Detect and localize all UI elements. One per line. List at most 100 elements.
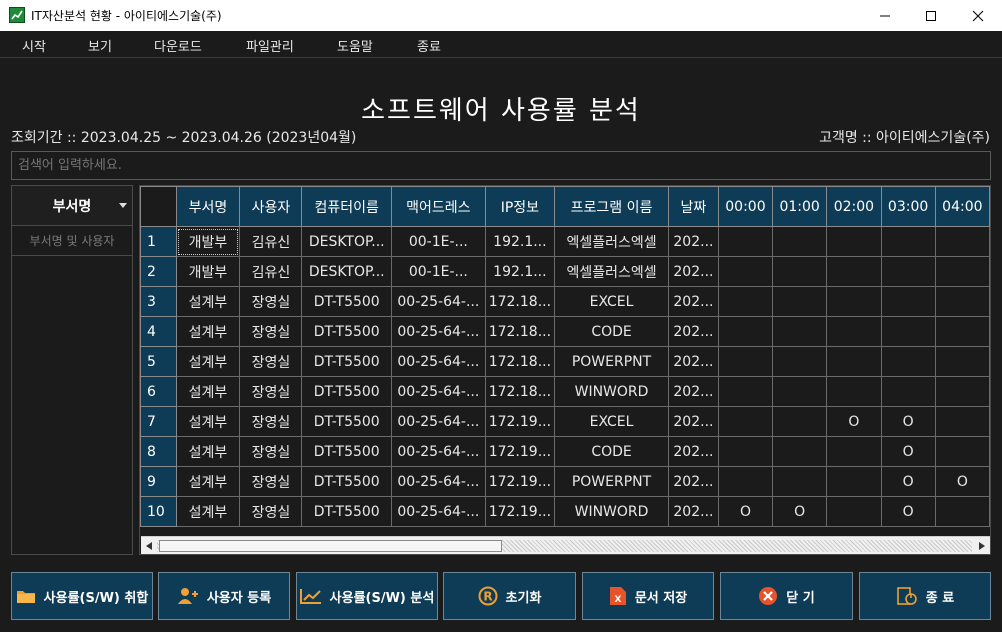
dept-filter-input[interactable]: 부서명 및 사용자: [12, 226, 132, 256]
column-header[interactable]: 맥어드레스: [391, 186, 486, 227]
cell-h3[interactable]: O: [880, 466, 936, 497]
cell-h0[interactable]: O: [717, 496, 774, 527]
scroll-left-icon[interactable]: [143, 539, 155, 552]
cell-date[interactable]: 202...: [668, 466, 719, 497]
row-number[interactable]: 2: [140, 256, 177, 287]
cell-pc[interactable]: DT-T5500: [301, 496, 392, 527]
cell-h2[interactable]: [826, 226, 882, 257]
cell-h0[interactable]: [717, 346, 774, 377]
cell-program[interactable]: EXCEL: [554, 406, 670, 437]
menu-view[interactable]: 보기: [88, 36, 112, 55]
cell-user[interactable]: 장영실: [239, 466, 303, 497]
cell-h4[interactable]: O: [934, 466, 990, 497]
cell-user[interactable]: 김유신: [239, 226, 303, 257]
cell-date[interactable]: 202...: [668, 286, 719, 317]
cell-user[interactable]: 장영실: [239, 346, 303, 377]
column-header[interactable]: 00:00: [717, 186, 774, 227]
cell-h2[interactable]: [826, 286, 882, 317]
column-header[interactable]: 사용자: [239, 186, 303, 227]
maximize-button[interactable]: [908, 0, 954, 31]
cell-h2[interactable]: [826, 466, 882, 497]
cell-date[interactable]: 202...: [668, 496, 719, 527]
cell-h0[interactable]: [717, 436, 774, 467]
cell-h1[interactable]: [772, 316, 828, 347]
table-row[interactable]: 5 설계부 장영실 DT-T5500 00-25-64-... 172.18... POWE…: [140, 346, 990, 377]
row-number[interactable]: 10: [140, 496, 177, 527]
cell-ip[interactable]: 172.18...: [484, 346, 556, 377]
cell-pc[interactable]: DESKTOP...: [301, 226, 392, 257]
column-header[interactable]: 컴퓨터이름: [301, 186, 392, 227]
cell-mac[interactable]: 00-25-64-...: [391, 406, 486, 437]
cell-dept[interactable]: 설계부: [175, 466, 241, 497]
table-row[interactable]: 4 설계부 장영실 DT-T5500 00-25-64-... 172.18... CODE…: [140, 316, 990, 347]
horizontal-scrollbar[interactable]: [141, 536, 990, 554]
cell-h3[interactable]: [880, 316, 936, 347]
cell-h4[interactable]: [934, 376, 990, 407]
cell-program[interactable]: EXCEL: [554, 286, 670, 317]
cell-h0[interactable]: [717, 376, 774, 407]
cell-date[interactable]: 202...: [668, 376, 719, 407]
cell-user[interactable]: 장영실: [239, 316, 303, 347]
cell-program[interactable]: 엑셀플러스엑셀: [554, 226, 670, 257]
cell-h1[interactable]: [772, 256, 828, 287]
close-window-button[interactable]: [955, 0, 1001, 31]
cell-mac[interactable]: 00-25-64-...: [391, 286, 486, 317]
row-number[interactable]: 5: [140, 346, 177, 377]
close-button[interactable]: 닫 기: [720, 572, 853, 620]
cell-h3[interactable]: [880, 376, 936, 407]
table-row[interactable]: 10 설계부 장영실 DT-T5500 00-25-64-... 172.19... WIN…: [140, 496, 990, 527]
search-input[interactable]: [11, 151, 991, 180]
menu-download[interactable]: 다운로드: [154, 36, 202, 55]
table-row[interactable]: 7 설계부 장영실 DT-T5500 00-25-64-... 172.19... EXCE…: [140, 406, 990, 437]
cell-program[interactable]: POWERPNT: [554, 346, 670, 377]
minimize-button[interactable]: [862, 0, 908, 31]
menu-file-management[interactable]: 파일관리: [246, 36, 294, 55]
menu-start[interactable]: 시작: [22, 36, 46, 55]
cell-mac[interactable]: 00-25-64-...: [391, 346, 486, 377]
row-number[interactable]: 8: [140, 436, 177, 467]
collect-usage-button[interactable]: 사용률(S/W) 취합: [11, 572, 153, 620]
cell-ip[interactable]: 192.1...: [484, 256, 556, 287]
cell-h4[interactable]: [934, 346, 990, 377]
column-header[interactable]: 04:00: [934, 186, 990, 227]
table-row[interactable]: 6 설계부 장영실 DT-T5500 00-25-64-... 172.18... WINW…: [140, 376, 990, 407]
dept-dropdown[interactable]: 부서명: [12, 186, 132, 226]
cell-dept[interactable]: 설계부: [175, 406, 241, 437]
cell-mac[interactable]: 00-25-64-...: [391, 466, 486, 497]
cell-pc[interactable]: DT-T5500: [301, 346, 392, 377]
column-header[interactable]: 프로그램 이름: [554, 186, 670, 227]
cell-pc[interactable]: DT-T5500: [301, 406, 392, 437]
cell-h1[interactable]: [772, 376, 828, 407]
cell-program[interactable]: WINWORD: [554, 376, 670, 407]
cell-program[interactable]: CODE: [554, 316, 670, 347]
cell-mac[interactable]: 00-25-64-...: [391, 316, 486, 347]
cell-h0[interactable]: [717, 466, 774, 497]
column-header[interactable]: 날짜: [668, 186, 719, 227]
row-number[interactable]: 6: [140, 376, 177, 407]
row-number[interactable]: 7: [140, 406, 177, 437]
column-header[interactable]: 02:00: [826, 186, 882, 227]
cell-h4[interactable]: [934, 496, 990, 527]
cell-h4[interactable]: [934, 316, 990, 347]
cell-dept[interactable]: 설계부: [175, 496, 241, 527]
table-row[interactable]: 9 설계부 장영실 DT-T5500 00-25-64-... 172.19... POWE…: [140, 466, 990, 497]
cell-h1[interactable]: [772, 466, 828, 497]
cell-h4[interactable]: [934, 286, 990, 317]
cell-pc[interactable]: DT-T5500: [301, 286, 392, 317]
cell-mac[interactable]: 00-1E-...: [391, 256, 486, 287]
scroll-thumb[interactable]: [159, 540, 502, 552]
cell-dept[interactable]: 설계부: [175, 286, 241, 317]
cell-date[interactable]: 202...: [668, 346, 719, 377]
cell-mac[interactable]: 00-1E-...: [391, 226, 486, 257]
cell-pc[interactable]: DESKTOP...: [301, 256, 392, 287]
cell-h0[interactable]: [717, 256, 774, 287]
cell-user[interactable]: 김유신: [239, 256, 303, 287]
row-number[interactable]: 4: [140, 316, 177, 347]
cell-ip[interactable]: 172.19...: [484, 496, 556, 527]
row-number[interactable]: 1: [140, 226, 177, 257]
cell-h3[interactable]: O: [880, 496, 936, 527]
column-header[interactable]: 01:00: [772, 186, 828, 227]
cell-h0[interactable]: [717, 226, 774, 257]
cell-date[interactable]: 202...: [668, 316, 719, 347]
cell-ip[interactable]: 172.19...: [484, 406, 556, 437]
